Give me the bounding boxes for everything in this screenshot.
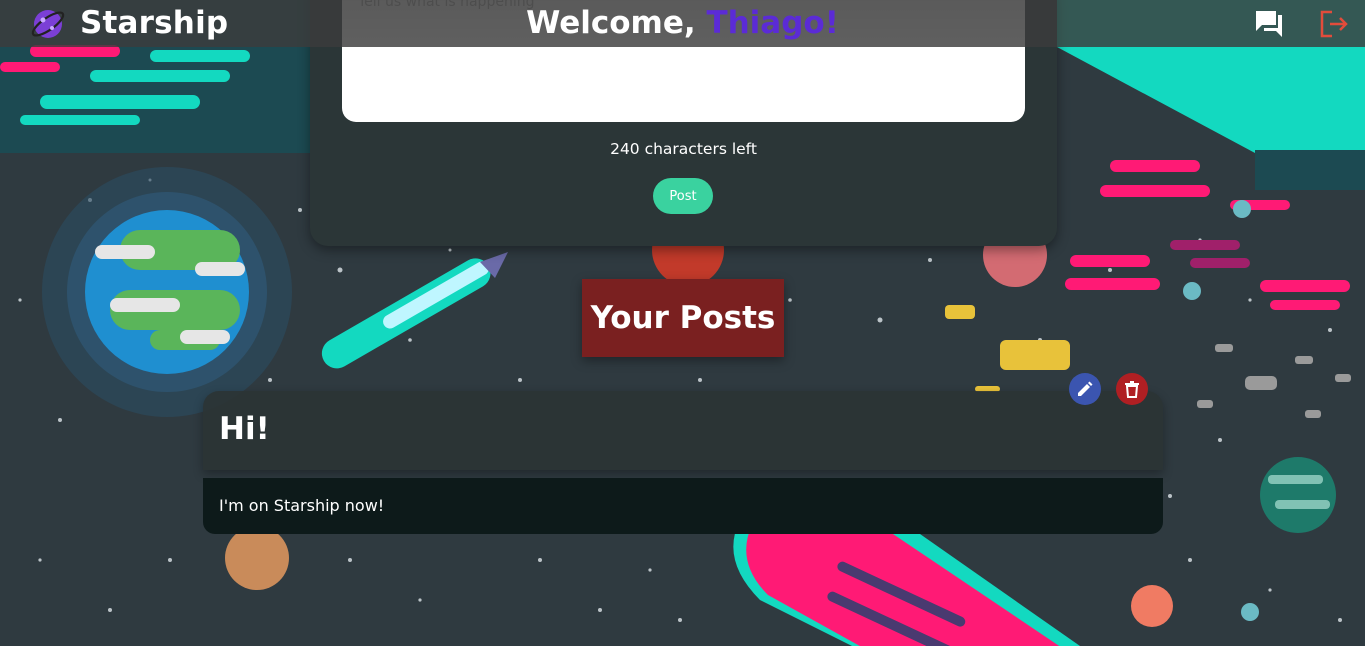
post-header: Hi! bbox=[203, 391, 1163, 470]
app-brand[interactable]: Starship bbox=[80, 4, 228, 42]
welcome-prefix: Welcome, bbox=[526, 5, 707, 41]
post-body-container: I'm on Starship now! bbox=[203, 478, 1163, 534]
edit-icon bbox=[1078, 381, 1093, 396]
planet-logo-icon[interactable] bbox=[30, 6, 66, 42]
delete-post-button[interactable] bbox=[1116, 373, 1148, 405]
your-posts-heading: Your Posts bbox=[582, 279, 784, 357]
post-button[interactable]: Post bbox=[653, 178, 713, 214]
chat-icon[interactable] bbox=[1254, 9, 1286, 39]
logout-icon[interactable] bbox=[1318, 8, 1350, 40]
post-body: I'm on Starship now! bbox=[219, 496, 385, 515]
delete-icon bbox=[1125, 381, 1139, 398]
post-title: Hi! bbox=[219, 411, 270, 447]
edit-post-button[interactable] bbox=[1069, 373, 1101, 405]
username: Thiago! bbox=[706, 5, 839, 41]
characters-left-counter: 240 characters left bbox=[610, 140, 757, 158]
top-navbar: Starship Welcome, Thiago! bbox=[0, 0, 1365, 47]
